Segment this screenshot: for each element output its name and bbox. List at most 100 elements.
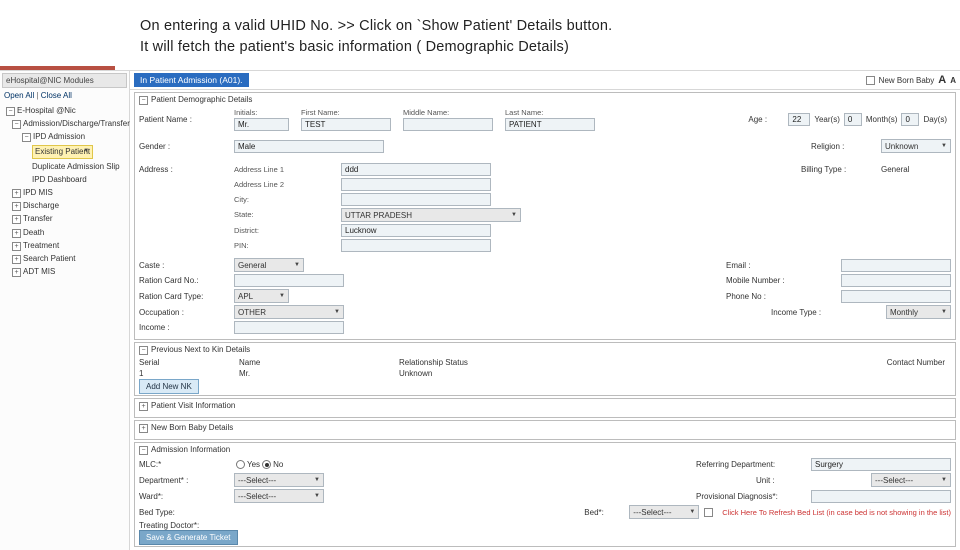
main-panel: In Patient Admission (A01). New Born Bab… bbox=[130, 71, 960, 550]
mobile-input[interactable] bbox=[841, 274, 951, 287]
collapse-icon[interactable]: − bbox=[139, 96, 148, 105]
tree-search-patient[interactable]: +Search Patient bbox=[2, 252, 127, 265]
age-months-input[interactable]: 0 bbox=[844, 113, 862, 126]
tree-ipd-mis[interactable]: +IPD MIS bbox=[2, 186, 127, 199]
refresh-bed-note[interactable]: Click Here To Refresh Bed List (in case … bbox=[722, 508, 951, 517]
tree-adt[interactable]: −Admission/Discharge/Transfer bbox=[2, 117, 127, 130]
ward-select[interactable]: ---Select--- bbox=[234, 489, 324, 503]
newborn-checkbox[interactable] bbox=[866, 76, 875, 85]
collapse-icon[interactable]: − bbox=[139, 446, 148, 455]
expand-icon[interactable]: + bbox=[12, 242, 21, 251]
incometype-select[interactable]: Monthly bbox=[886, 305, 951, 319]
city-input[interactable] bbox=[341, 193, 491, 206]
label-religion: Religion : bbox=[811, 142, 881, 151]
rationtype-select[interactable]: APL bbox=[234, 289, 289, 303]
font-increase[interactable]: A bbox=[938, 74, 946, 86]
mlc-yes-radio[interactable] bbox=[236, 460, 245, 469]
occupation-select[interactable]: OTHER bbox=[234, 305, 344, 319]
collapse-icon[interactable]: − bbox=[139, 346, 148, 355]
tree-transfer[interactable]: +Transfer bbox=[2, 212, 127, 225]
label-rationtype: Ration Card Type: bbox=[139, 292, 234, 301]
expand-icon[interactable]: + bbox=[139, 402, 148, 411]
label-treating-doctor: Treating Doctor*: bbox=[139, 521, 234, 530]
tree-ipd-admission[interactable]: −IPD Admission bbox=[2, 130, 127, 143]
gender-input[interactable]: Male bbox=[234, 140, 384, 153]
bed-select[interactable]: ---Select--- bbox=[629, 505, 699, 519]
department-select[interactable]: ---Select--- bbox=[234, 473, 324, 487]
phone-input[interactable] bbox=[841, 290, 951, 303]
expand-icon[interactable]: + bbox=[12, 215, 21, 224]
district-input[interactable]: Lucknow bbox=[341, 224, 491, 237]
age-years-input[interactable]: 22 bbox=[788, 113, 810, 126]
label-bed: Bed*: bbox=[584, 508, 624, 517]
open-all-link[interactable]: Open All bbox=[4, 91, 34, 100]
refresh-bed-checkbox[interactable] bbox=[704, 508, 713, 517]
expand-icon[interactable]: + bbox=[12, 202, 21, 211]
label-mlc: MLC:* bbox=[139, 460, 234, 469]
panel-demographics: −Patient Demographic Details Patient Nam… bbox=[134, 92, 956, 340]
tree-existing-patient[interactable]: Existing Patient bbox=[2, 144, 127, 160]
newborn-label: New Born Baby bbox=[879, 76, 935, 85]
label-ward: Ward*: bbox=[139, 492, 234, 501]
panel-visit-info: +Patient Visit Information bbox=[134, 398, 956, 418]
lastname-input[interactable]: PATIENT bbox=[505, 118, 595, 131]
label-rationno: Ration Card No.: bbox=[139, 276, 234, 285]
rationno-input[interactable] bbox=[234, 274, 344, 287]
income-input[interactable] bbox=[234, 321, 344, 334]
sidebar-header: eHospital@NIC Modules bbox=[2, 73, 127, 88]
address2-input[interactable] bbox=[341, 178, 491, 191]
tree-death[interactable]: +Death bbox=[2, 226, 127, 239]
tree-root[interactable]: −E-Hospital @Nic bbox=[2, 104, 127, 117]
panel-admission: −Admission Information MLC:* Yes No Refe… bbox=[134, 442, 956, 547]
panel-newborn: +New Born Baby Details bbox=[134, 420, 956, 440]
label-email: Email : bbox=[726, 261, 836, 270]
label-department: Department* : bbox=[139, 476, 234, 485]
religion-select[interactable]: Unknown bbox=[881, 139, 951, 153]
age-days-input[interactable]: 0 bbox=[901, 113, 919, 126]
middlename-input[interactable] bbox=[403, 118, 493, 131]
referring-dept-input[interactable]: Surgery bbox=[811, 458, 951, 471]
provisional-input[interactable] bbox=[811, 490, 951, 503]
save-generate-button[interactable]: Save & Generate Ticket bbox=[139, 530, 238, 545]
pin-input[interactable] bbox=[341, 239, 491, 252]
tree-ipd-dashboard[interactable]: IPD Dashboard bbox=[2, 173, 127, 186]
address1-input[interactable]: ddd bbox=[341, 163, 491, 176]
tree-treatment[interactable]: +Treatment bbox=[2, 239, 127, 252]
close-all-link[interactable]: Close All bbox=[41, 91, 72, 100]
billing-value: General bbox=[881, 165, 951, 174]
label-bedtype: Bed Type: bbox=[139, 508, 234, 517]
panel-next-of-kin: −Previous Next to Kin Details SerialName… bbox=[134, 342, 956, 396]
label-referring-dept: Referring Department: bbox=[696, 460, 806, 469]
state-select[interactable]: UTTAR PRADESH bbox=[341, 208, 521, 222]
expand-icon[interactable]: + bbox=[139, 424, 148, 433]
label-caste: Caste : bbox=[139, 261, 234, 270]
add-nk-button[interactable]: Add New NK bbox=[139, 379, 199, 394]
initials-input[interactable]: Mr. bbox=[234, 118, 289, 131]
label-provisional: Provisional Diagnosis*: bbox=[696, 492, 806, 501]
label-occupation: Occupation : bbox=[139, 308, 234, 317]
collapse-icon[interactable]: − bbox=[22, 133, 31, 142]
mlc-no-radio[interactable] bbox=[262, 460, 271, 469]
page-title: In Patient Admission (A01). bbox=[134, 73, 249, 87]
caste-select[interactable]: General bbox=[234, 258, 304, 272]
collapse-icon[interactable]: − bbox=[6, 107, 15, 116]
font-decrease[interactable]: A bbox=[950, 76, 956, 85]
tree-discharge[interactable]: +Discharge bbox=[2, 199, 127, 212]
expand-icon[interactable]: + bbox=[12, 229, 21, 238]
tree-duplicate-slip[interactable]: Duplicate Admission Slip bbox=[2, 160, 127, 173]
label-income: Income : bbox=[139, 323, 234, 332]
collapse-icon[interactable]: − bbox=[12, 120, 21, 129]
email-input[interactable] bbox=[841, 259, 951, 272]
tree-adt-mis[interactable]: +ADT MIS bbox=[2, 265, 127, 278]
unit-select[interactable]: ---Select--- bbox=[871, 473, 951, 487]
expand-icon[interactable]: + bbox=[12, 189, 21, 198]
label-address: Address : bbox=[139, 165, 234, 174]
label-mobile: Mobile Number : bbox=[726, 276, 836, 285]
sidebar: eHospital@NIC Modules Open All | Close A… bbox=[0, 71, 130, 550]
expand-icon[interactable]: + bbox=[12, 268, 21, 277]
label-incometype: Income Type : bbox=[771, 308, 881, 317]
expand-icon[interactable]: + bbox=[12, 255, 21, 264]
label-unit: Unit : bbox=[756, 476, 866, 485]
firstname-input[interactable]: TEST bbox=[301, 118, 391, 131]
label-gender: Gender : bbox=[139, 142, 234, 151]
